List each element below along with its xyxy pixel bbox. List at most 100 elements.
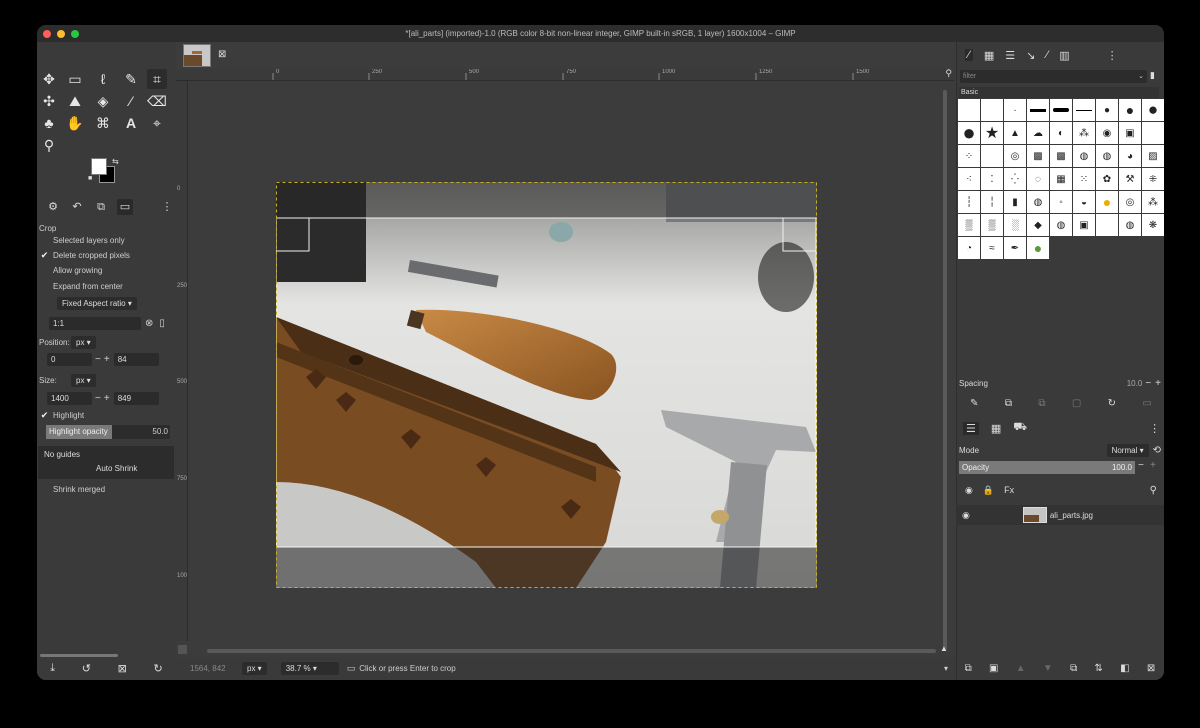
paintbrush-icon[interactable]: ⁄ bbox=[121, 91, 141, 111]
spacing-decrement-icon[interactable]: − bbox=[1145, 378, 1151, 389]
panel-menu-icon[interactable]: ⋮ bbox=[159, 199, 175, 215]
brush-cell[interactable]: ┆ bbox=[958, 191, 980, 213]
brush-cell[interactable]: ⚒ bbox=[1119, 168, 1141, 190]
navigate-icon[interactable]: ▲ bbox=[940, 644, 948, 653]
brush-cell[interactable]: ❋ bbox=[1142, 214, 1164, 236]
fonts-tab-icon[interactable]: ☰ bbox=[1005, 49, 1015, 62]
layer-row[interactable]: ◉ ali_parts.jpg bbox=[956, 505, 1164, 525]
brush-cell[interactable]: ● bbox=[1119, 99, 1141, 121]
brush-cell[interactable] bbox=[1096, 214, 1118, 236]
brush-cell[interactable]: ★ bbox=[981, 122, 1003, 144]
save-options-icon[interactable]: ⤓ bbox=[50, 662, 55, 675]
brush-cell[interactable]: ◒ bbox=[1073, 191, 1095, 213]
brush-cell[interactable] bbox=[1142, 122, 1164, 144]
brush-cell[interactable]: ◆ bbox=[1027, 214, 1049, 236]
brush-cell[interactable]: ◦ bbox=[1050, 191, 1072, 213]
brush-cell[interactable]: ◌ bbox=[1027, 168, 1049, 190]
position-unit-dropdown[interactable]: px ▾ bbox=[71, 335, 96, 349]
clone-icon[interactable]: ♣ bbox=[39, 113, 59, 133]
fixed-aspect-dropdown[interactable]: Fixed Aspect ratio ▾ bbox=[57, 296, 137, 310]
position-x-increment-icon[interactable]: + bbox=[104, 354, 110, 365]
fixed-aspect-checkbox[interactable] bbox=[40, 299, 49, 308]
brush-cell[interactable]: ◍ bbox=[1073, 145, 1095, 167]
path-icon[interactable]: ⌘ bbox=[93, 113, 113, 133]
brush-cell[interactable]: ⁖ bbox=[958, 168, 980, 190]
allow-growing-row[interactable]: Allow growing bbox=[37, 263, 176, 277]
brush-cell[interactable]: ▒ bbox=[981, 214, 1003, 236]
image-tab-close-icon[interactable]: ⊠ bbox=[218, 49, 226, 60]
paint-bucket-icon[interactable]: ◈ bbox=[93, 91, 113, 111]
position-y-field[interactable]: 84 bbox=[113, 352, 159, 366]
highlight-opacity-slider-fill[interactable]: Highlight opacity bbox=[46, 424, 112, 439]
brush-cell[interactable]: ◍ bbox=[1050, 214, 1072, 236]
unified-transform-icon[interactable]: ✣ bbox=[39, 91, 59, 111]
highlight-opacity-value[interactable]: 50.0 bbox=[112, 424, 170, 439]
zoom-to-fit-icon[interactable]: ⚲ bbox=[945, 69, 952, 79]
brush-cell[interactable]: ● bbox=[1142, 99, 1164, 121]
paths-tab-icon[interactable]: ⛟ bbox=[1013, 421, 1027, 435]
brush-cell[interactable]: ⁙ bbox=[1073, 168, 1095, 190]
edit-brush-icon[interactable]: ✎ bbox=[970, 398, 978, 409]
brush-cell[interactable]: ● bbox=[1096, 99, 1118, 121]
delete-layer-icon[interactable]: ⊠ bbox=[1147, 663, 1155, 674]
spacing-increment-icon[interactable]: + bbox=[1155, 378, 1161, 389]
brush-cell[interactable]: ⁜ bbox=[1142, 168, 1164, 190]
layers-tab-icon[interactable]: ☰ bbox=[963, 421, 979, 435]
lower-layer-icon[interactable]: ▼ bbox=[1043, 663, 1053, 674]
restore-options-icon[interactable]: ↺ bbox=[82, 662, 91, 675]
merge-layer-icon[interactable]: ⇅ bbox=[1095, 663, 1103, 674]
layer-visibility-icon[interactable]: ◉ bbox=[962, 510, 970, 521]
lasso-icon[interactable]: ℓ bbox=[93, 69, 113, 89]
dock-menu-icon[interactable]: ⋮ bbox=[1107, 49, 1118, 62]
brush-cell[interactable]: ⁛ bbox=[1004, 168, 1026, 190]
brush-cell[interactable]: ▮ bbox=[1004, 191, 1026, 213]
size-width-field[interactable]: 1400 bbox=[47, 391, 92, 405]
aspect-orientation-icon[interactable]: ▯ bbox=[159, 318, 165, 329]
duplicate-brush-icon[interactable]: ⧉ bbox=[1038, 398, 1045, 409]
brush-cell[interactable] bbox=[981, 145, 1003, 167]
swap-colors-icon[interactable]: ⇆ bbox=[112, 157, 119, 166]
eraser-icon[interactable]: ⌫ bbox=[147, 91, 167, 111]
paint-dynamics-tab-icon[interactable]: ⁄ bbox=[1046, 49, 1048, 61]
brush-cell[interactable]: ◐ bbox=[1050, 122, 1072, 144]
brush-cell[interactable]: ◎ bbox=[1004, 145, 1026, 167]
device-status-tab-icon[interactable]: ↶ bbox=[69, 199, 85, 215]
brushes-tab-icon[interactable]: ⁄ bbox=[965, 49, 973, 61]
size-w-increment-icon[interactable]: + bbox=[104, 393, 110, 404]
layers-menu-icon[interactable]: ⋮ bbox=[1149, 422, 1160, 435]
brush-cell[interactable]: · bbox=[1004, 99, 1026, 121]
brush-cell[interactable]: ✿ bbox=[1096, 168, 1118, 190]
auto-shrink-button[interactable]: Auto Shrink bbox=[96, 464, 174, 473]
channels-tab-icon[interactable]: ▦ bbox=[991, 422, 1001, 435]
brush-cell[interactable]: ⁚ bbox=[981, 168, 1003, 190]
brush-cell[interactable]: ▩ bbox=[1050, 145, 1072, 167]
clear-aspect-icon[interactable]: ⊗ bbox=[145, 318, 153, 329]
brush-cell[interactable]: ▨ bbox=[1142, 145, 1164, 167]
guides-dropdown[interactable]: No guides bbox=[38, 446, 174, 459]
reset-options-icon[interactable]: ↻ bbox=[153, 662, 162, 675]
mask-layer-icon[interactable]: ◧ bbox=[1120, 663, 1129, 674]
brush-cell[interactable] bbox=[1050, 99, 1072, 121]
brush-cell[interactable]: ▒ bbox=[958, 214, 980, 236]
chevron-down-icon[interactable]: ⌄ bbox=[1138, 70, 1144, 83]
quick-mask-toggle[interactable] bbox=[178, 645, 187, 654]
brush-cell[interactable]: ☁ bbox=[1027, 122, 1049, 144]
brush-cell[interactable]: ◍ bbox=[1119, 214, 1141, 236]
spacing-row[interactable]: Spacing 10.0 − + bbox=[957, 376, 1164, 390]
brush-cell[interactable] bbox=[981, 99, 1003, 121]
vertical-scrollbar[interactable] bbox=[943, 90, 947, 650]
size-w-decrement-icon[interactable]: − bbox=[95, 393, 101, 404]
expand-from-center-checkbox[interactable] bbox=[40, 282, 49, 291]
zoom-window-button[interactable] bbox=[71, 30, 79, 38]
brush-cell[interactable]: ▩ bbox=[1027, 145, 1049, 167]
reset-colors-icon[interactable]: ■ bbox=[88, 175, 92, 182]
warp-transform-icon[interactable]: ⛰ bbox=[65, 91, 85, 111]
brush-cell[interactable]: ⁂ bbox=[1142, 191, 1164, 213]
unit-dropdown[interactable]: px ▾ bbox=[242, 662, 267, 675]
brush-cell[interactable]: ⁂ bbox=[1073, 122, 1095, 144]
gradients-tab-icon[interactable]: ▥ bbox=[1059, 49, 1069, 62]
selected-layers-only-row[interactable]: Selected layers only bbox=[37, 233, 176, 247]
mode-dropdown[interactable]: Normal ▾ bbox=[1106, 443, 1149, 457]
images-tab-icon[interactable]: ▭ bbox=[117, 199, 133, 215]
new-layer-icon[interactable]: ⧉ bbox=[965, 663, 972, 674]
